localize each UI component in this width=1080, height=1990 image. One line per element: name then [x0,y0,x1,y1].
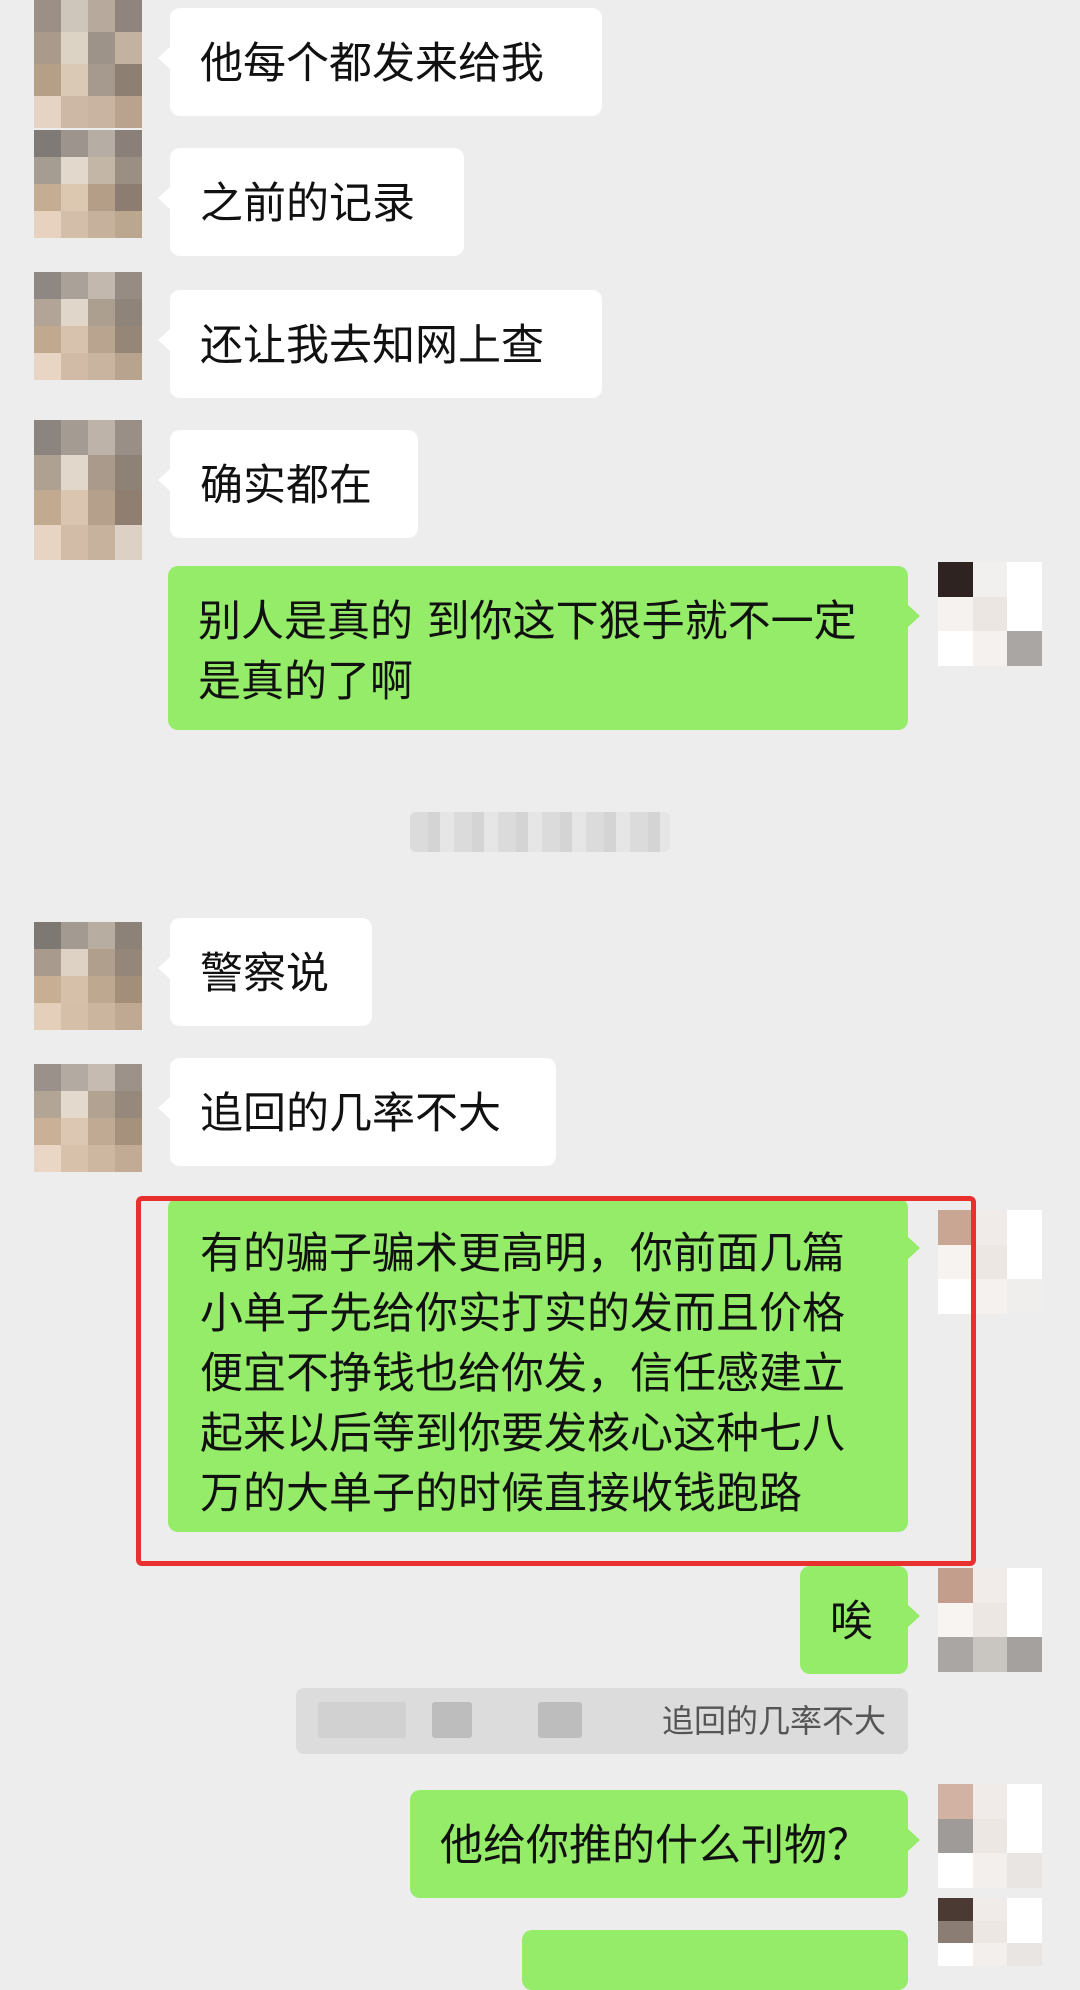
quote-sender-blurred [318,1702,406,1738]
contact-avatar[interactable] [34,130,142,238]
self-avatar[interactable] [938,562,1042,666]
message-bubble-partial[interactable] [522,1930,908,1990]
message-bubble[interactable]: 他给你推的什么刊物？ [410,1790,920,1898]
contact-avatar[interactable] [34,922,142,1030]
contact-avatar[interactable] [34,272,142,380]
self-avatar[interactable] [938,1898,1042,1966]
self-avatar[interactable] [938,1568,1042,1672]
message-bubble[interactable]: 他每个都发来给我 [158,8,602,116]
contact-avatar[interactable] [34,420,142,560]
message-bubble[interactable]: 唉 [800,1566,920,1674]
contact-avatar[interactable] [34,0,142,128]
message-bubble[interactable]: 追回的几率不大 [158,1058,556,1166]
message-bubble[interactable]: 警察说 [158,918,372,1026]
message-bubble[interactable]: 别人是真的 到你这下狠手就不一定是真的了啊 [168,566,920,730]
quote-sender-blurred [538,1702,582,1738]
self-avatar[interactable] [938,1784,1042,1888]
contact-avatar[interactable] [34,1064,142,1172]
chat-message-list[interactable]: 他每个都发来给我 之前的记录 还让我去知网上查 确实都在 别人是真的 到你这下狠… [0,0,1080,1990]
message-bubble[interactable]: 之前的记录 [158,148,464,256]
message-bubble[interactable]: 确实都在 [158,430,418,538]
quote-text: 追回的几率不大 [661,1702,886,1740]
self-avatar[interactable] [938,1210,1042,1314]
timestamp-blurred [410,812,670,852]
message-bubble[interactable]: 还让我去知网上查 [158,290,602,398]
quote-sender-blurred [432,1702,472,1738]
quoted-message[interactable]: 追回的几率不大 [296,1688,908,1754]
message-bubble[interactable]: 有的骗子骗术更高明，你前面几篇小单子先给你实打实的发而且价格便宜不挣钱也给你发，… [168,1198,920,1532]
